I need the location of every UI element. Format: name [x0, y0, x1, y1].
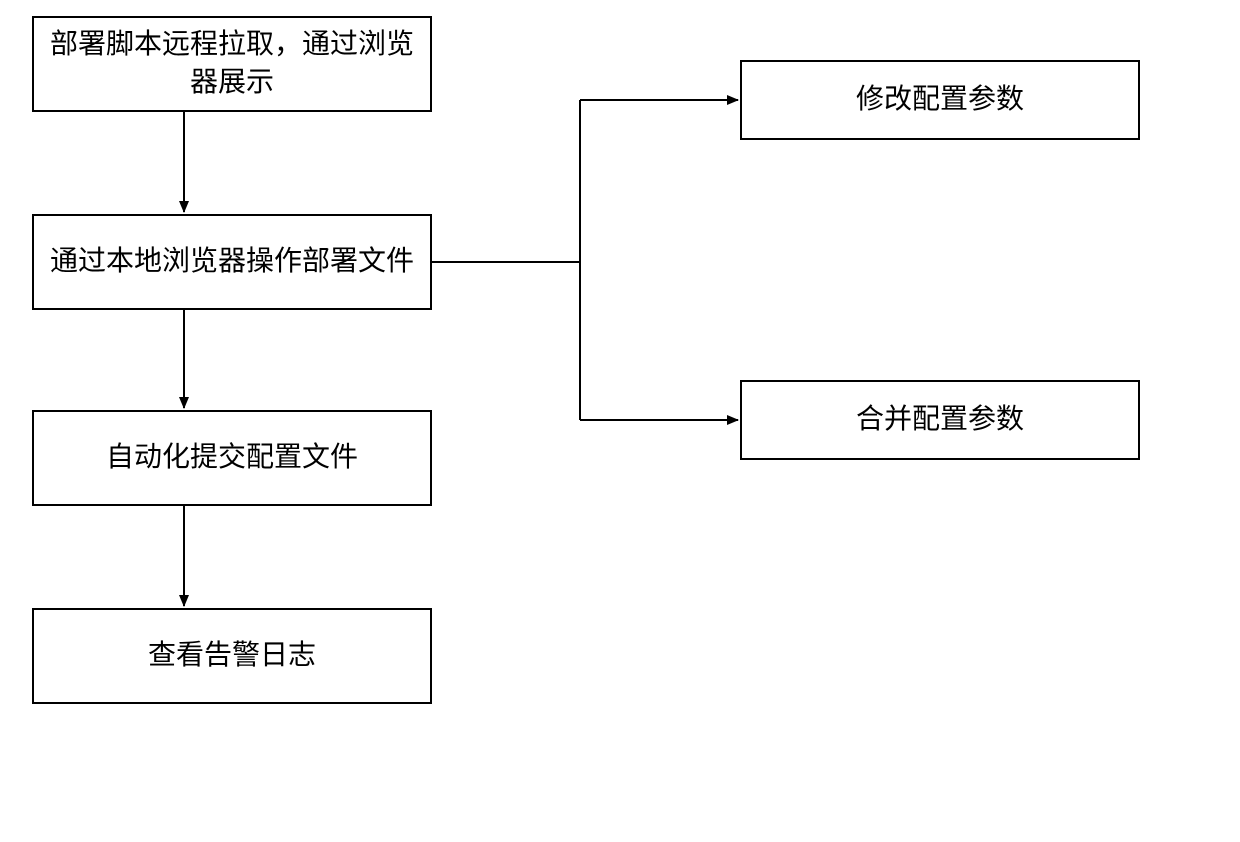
box-label: 修改配置参数 [856, 81, 1024, 119]
box-label: 查看告警日志 [148, 637, 316, 675]
box-label: 合并配置参数 [856, 401, 1024, 439]
box-label: 自动化提交配置文件 [106, 439, 358, 477]
box-label: 通过本地浏览器操作部署文件 [50, 243, 414, 281]
box-merge-config-params: 合并配置参数 [740, 380, 1140, 460]
box-auto-submit-config: 自动化提交配置文件 [32, 410, 432, 506]
box-modify-config-params: 修改配置参数 [740, 60, 1140, 140]
box-view-alarm-log: 查看告警日志 [32, 608, 432, 704]
box-label: 部署脚本远程拉取，通过浏览器展示 [40, 26, 424, 102]
box-deploy-script-remote-pull: 部署脚本远程拉取，通过浏览器展示 [32, 16, 432, 112]
box-operate-deploy-file: 通过本地浏览器操作部署文件 [32, 214, 432, 310]
flowchart-canvas: 部署脚本远程拉取，通过浏览器展示 通过本地浏览器操作部署文件 自动化提交配置文件… [0, 0, 1240, 842]
